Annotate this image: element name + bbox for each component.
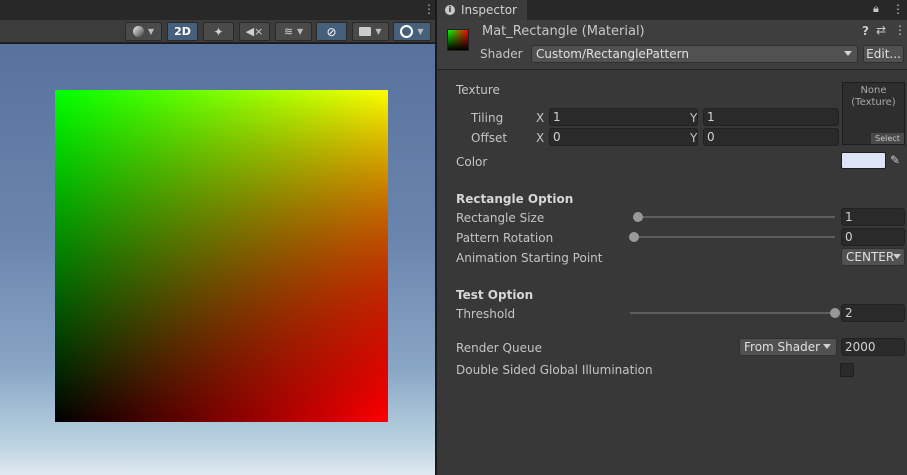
render-queue-mode-value: From Shader bbox=[744, 340, 821, 354]
threshold-field[interactable]: 2 bbox=[841, 304, 905, 322]
offset-y-field[interactable]: 0 bbox=[703, 128, 839, 146]
test-option-header: Test Option bbox=[456, 288, 534, 302]
lightbulb-icon: ✦ bbox=[213, 24, 224, 39]
pattern-rotation-label: Pattern Rotation bbox=[456, 231, 554, 245]
animation-starting-point-label: Animation Starting Point bbox=[456, 251, 603, 265]
shader-label: Shader bbox=[480, 47, 523, 61]
effects-toggle-button[interactable]: ≋ ▼ bbox=[275, 22, 312, 41]
scene-more-menu-icon[interactable]: ⋮ bbox=[423, 2, 435, 16]
inspector-more-menu-icon[interactable]: ⋮ bbox=[892, 2, 904, 16]
chevron-down-icon: ▼ bbox=[147, 27, 155, 36]
offset-y-label: Y bbox=[690, 131, 698, 145]
rectangle-size-label: Rectangle Size bbox=[456, 211, 545, 225]
chevron-down-icon bbox=[844, 51, 852, 56]
scene-viewport[interactable] bbox=[0, 44, 435, 475]
render-queue-field[interactable]: 2000 bbox=[841, 338, 905, 356]
tiling-y-field[interactable]: 1 bbox=[703, 108, 839, 126]
chevron-down-icon bbox=[823, 344, 831, 349]
help-icon[interactable]: ? bbox=[862, 24, 869, 38]
rectangle-size-field[interactable]: 1 bbox=[841, 208, 905, 226]
threshold-slider-thumb[interactable] bbox=[830, 308, 840, 318]
texture-slot-type: (Texture) bbox=[851, 97, 896, 108]
quad-red-overlay bbox=[55, 90, 388, 422]
rectangle-size-slider-track[interactable] bbox=[634, 216, 835, 218]
shader-edit-button[interactable]: Edit... bbox=[863, 45, 904, 63]
shading-sphere-icon bbox=[132, 26, 144, 37]
shading-mode-button[interactable]: ▼ bbox=[125, 22, 162, 41]
pattern-rotation-slider-thumb[interactable] bbox=[629, 232, 639, 242]
tiling-x-label: X bbox=[536, 111, 545, 125]
preset-icon[interactable]: ⇄ bbox=[876, 23, 886, 37]
chevron-down-icon: ▼ bbox=[417, 27, 424, 36]
offset-x-field[interactable]: 0 bbox=[549, 128, 698, 146]
render-queue-mode-dropdown[interactable]: From Shader bbox=[739, 338, 837, 356]
shader-value: Custom/RectanglePattern bbox=[536, 47, 689, 61]
texture-slot[interactable]: None (Texture) Select bbox=[842, 82, 905, 145]
texture-slot-none: None bbox=[860, 85, 887, 96]
pattern-rotation-field[interactable]: 0 bbox=[841, 228, 905, 246]
eye-slash-icon: ⊘ bbox=[326, 24, 337, 39]
tiling-x-field[interactable]: 1 bbox=[549, 108, 698, 126]
camera-icon bbox=[359, 27, 372, 36]
offset-label: Offset bbox=[471, 131, 508, 145]
scene-tab-bar: ⋮ bbox=[0, 0, 435, 20]
double-sided-gi-checkbox[interactable] bbox=[840, 363, 854, 377]
offset-x-label: X bbox=[536, 131, 545, 145]
lock-icon[interactable]: 🔒︎ bbox=[873, 2, 879, 16]
texture-label: Texture bbox=[456, 83, 500, 97]
material-name: Mat_Rectangle (Material) bbox=[482, 24, 645, 39]
chevron-down-icon bbox=[893, 254, 901, 259]
rectangle-option-header: Rectangle Option bbox=[456, 192, 574, 206]
color-swatch[interactable] bbox=[841, 152, 886, 169]
animation-starting-point-value: CENTER bbox=[846, 250, 895, 264]
audio-toggle-button[interactable]: ◀× bbox=[239, 22, 270, 41]
render-queue-label: Render Queue bbox=[456, 341, 542, 355]
material-preview-icon bbox=[447, 29, 469, 51]
tab-inspector[interactable]: i Inspector bbox=[437, 0, 527, 20]
rectangle-size-slider-thumb[interactable] bbox=[633, 212, 644, 222]
eyedropper-icon[interactable]: ✎ bbox=[890, 153, 900, 167]
chevron-down-icon: ▼ bbox=[297, 27, 304, 36]
gizmo-globe-icon bbox=[400, 25, 414, 38]
scene-view: ⋮ ▼ 2D ✦ ◀× ≋ ▼ ⊘ ▼ ▼ bbox=[0, 0, 435, 475]
info-icon: i bbox=[445, 5, 455, 15]
material-context-menu-icon[interactable]: ⋮ bbox=[894, 23, 906, 37]
lighting-toggle-button[interactable]: ✦ bbox=[203, 22, 234, 41]
threshold-label: Threshold bbox=[456, 307, 516, 321]
pattern-rotation-slider-track[interactable] bbox=[634, 236, 835, 238]
tiling-label: Tiling bbox=[471, 111, 504, 125]
material-header: Mat_Rectangle (Material) ? ⇄ ⋮ Shader Cu… bbox=[437, 20, 907, 70]
scene-visibility-button[interactable]: ⊘ bbox=[316, 22, 347, 41]
camera-settings-button[interactable]: ▼ bbox=[352, 22, 389, 41]
texture-select-button[interactable]: Select bbox=[871, 133, 904, 144]
layers-icon: ≋ bbox=[283, 25, 294, 38]
animation-starting-point-dropdown[interactable]: CENTER bbox=[841, 248, 905, 266]
gizmos-button[interactable]: ▼ bbox=[393, 22, 431, 41]
toggle-2d-button[interactable]: 2D bbox=[167, 22, 198, 41]
speaker-muted-icon: ◀× bbox=[245, 25, 264, 38]
rectangle-pattern-quad[interactable] bbox=[55, 90, 388, 422]
double-sided-gi-label: Double Sided Global Illumination bbox=[456, 363, 653, 377]
inspector-tab-bar: i Inspector 🔒︎ ⋮ bbox=[437, 0, 907, 20]
threshold-slider-track[interactable] bbox=[630, 312, 835, 314]
chevron-down-icon: ▼ bbox=[375, 27, 382, 36]
shader-dropdown[interactable]: Custom/RectanglePattern bbox=[531, 45, 858, 63]
inspector-panel: i Inspector 🔒︎ ⋮ Mat_Rectangle (Material… bbox=[437, 0, 907, 475]
inspector-tab-label: Inspector bbox=[461, 3, 517, 17]
color-label: Color bbox=[456, 155, 488, 169]
tiling-y-label: Y bbox=[690, 111, 698, 125]
